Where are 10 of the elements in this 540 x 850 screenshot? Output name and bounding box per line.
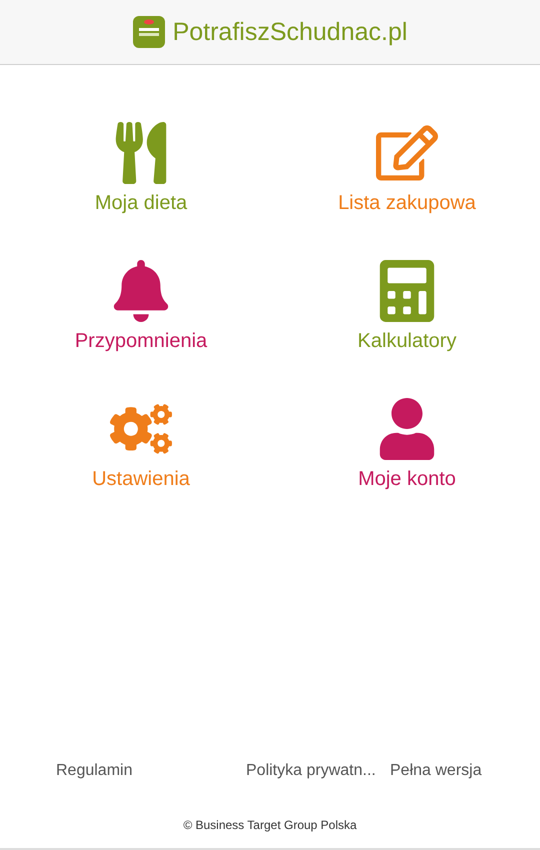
menu-label[interactable]: Kalkulatory: [358, 330, 456, 353]
footer-link[interactable]: Pełna wersja: [390, 762, 540, 780]
menu-label[interactable]: Moja dieta: [94, 192, 188, 215]
footer-link[interactable]: Polityka prywatn...: [246, 762, 390, 780]
logo-icon: [132, 16, 165, 48]
menu-label[interactable]: Przypomnienia: [74, 330, 208, 353]
menu-label[interactable]: Moje konto: [358, 468, 456, 491]
copyright-text: © Business Target Group Polska: [183, 818, 357, 832]
footer-link[interactable]: Regulamin: [56, 762, 246, 780]
app-title: PotrafiszSchudnac.pl: [172, 18, 408, 46]
